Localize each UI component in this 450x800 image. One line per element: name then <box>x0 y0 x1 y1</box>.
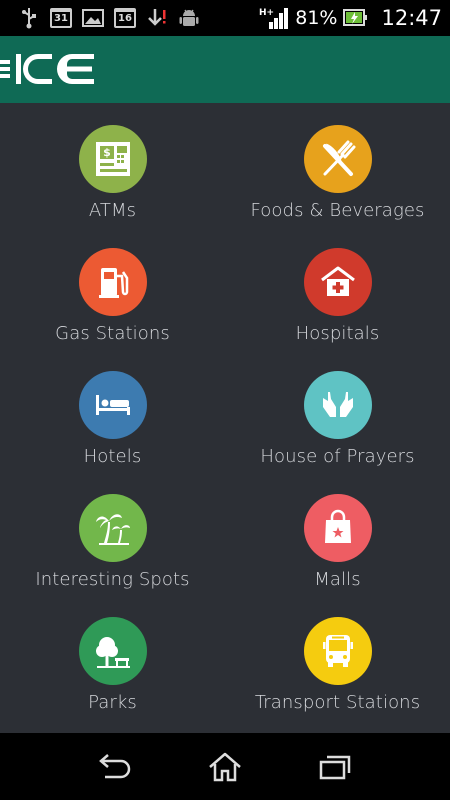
category-gas-stations[interactable]: Gas Stations <box>0 226 225 349</box>
park-icon <box>78 617 147 685</box>
category-label: Interesting Spots <box>35 569 190 590</box>
battery-icon <box>343 7 369 29</box>
category-label: House of Prayers <box>260 446 415 467</box>
category-label: Parks <box>88 692 137 713</box>
status-bar: 31 16 H+ 81% 12:47 <box>0 0 450 36</box>
date-icon: 16 <box>114 8 136 28</box>
category-label: Foods & Beverages <box>250 200 425 221</box>
usb-icon <box>18 7 40 29</box>
category-malls[interactable]: Malls <box>225 472 450 595</box>
category-foods-beverages[interactable]: Foods & Beverages <box>225 103 450 226</box>
category-label: Transport Stations <box>254 692 421 713</box>
shopping-bag-icon <box>303 494 372 562</box>
category-hospitals[interactable]: Hospitals <box>225 226 450 349</box>
category-label: Malls <box>314 569 361 590</box>
category-house-of-prayers[interactable]: House of Prayers <box>225 349 450 472</box>
calendar-icon: 31 <box>50 8 72 28</box>
category-label: Hotels <box>83 446 142 467</box>
app-header <box>0 36 450 103</box>
hospital-icon <box>303 248 372 316</box>
status-bar-system: H+ 81% 12:47 <box>259 4 442 32</box>
category-label: ATMs <box>88 200 137 221</box>
svg-text:H+: H+ <box>259 8 274 18</box>
palm-tree-icon <box>78 494 147 562</box>
category-interesting-spots[interactable]: Interesting Spots <box>0 472 225 595</box>
gas-pump-icon <box>78 248 147 316</box>
clock: 12:47 <box>381 6 442 30</box>
bus-icon <box>303 617 372 685</box>
atm-icon: $ <box>78 125 147 193</box>
battery-percent: 81% <box>295 7 338 29</box>
home-icon[interactable] <box>201 743 249 791</box>
ice-logo-icon <box>0 54 94 84</box>
status-bar-notifications: 31 16 <box>18 6 200 30</box>
android-icon <box>178 7 200 29</box>
app-logo[interactable] <box>0 52 100 86</box>
signal-icon: H+ <box>259 7 289 29</box>
category-transport-stations[interactable]: Transport Stations <box>225 595 450 718</box>
fork-knife-icon <box>303 125 372 193</box>
category-label: Hospitals <box>295 323 380 344</box>
category-grid: $ ATMs Foods & Beverages Gas Stations Ho… <box>0 103 450 733</box>
praying-hands-icon <box>303 371 372 439</box>
recent-apps-icon[interactable] <box>311 743 359 791</box>
category-atms[interactable]: $ ATMs <box>0 103 225 226</box>
gallery-icon <box>82 7 104 29</box>
bed-icon <box>78 371 147 439</box>
category-label: Gas Stations <box>55 323 170 344</box>
category-parks[interactable]: Parks <box>0 595 225 718</box>
download-icon <box>146 7 168 29</box>
category-hotels[interactable]: Hotels <box>0 349 225 472</box>
back-icon[interactable] <box>91 743 139 791</box>
navigation-bar <box>0 733 450 800</box>
svg-text:$: $ <box>103 146 111 159</box>
